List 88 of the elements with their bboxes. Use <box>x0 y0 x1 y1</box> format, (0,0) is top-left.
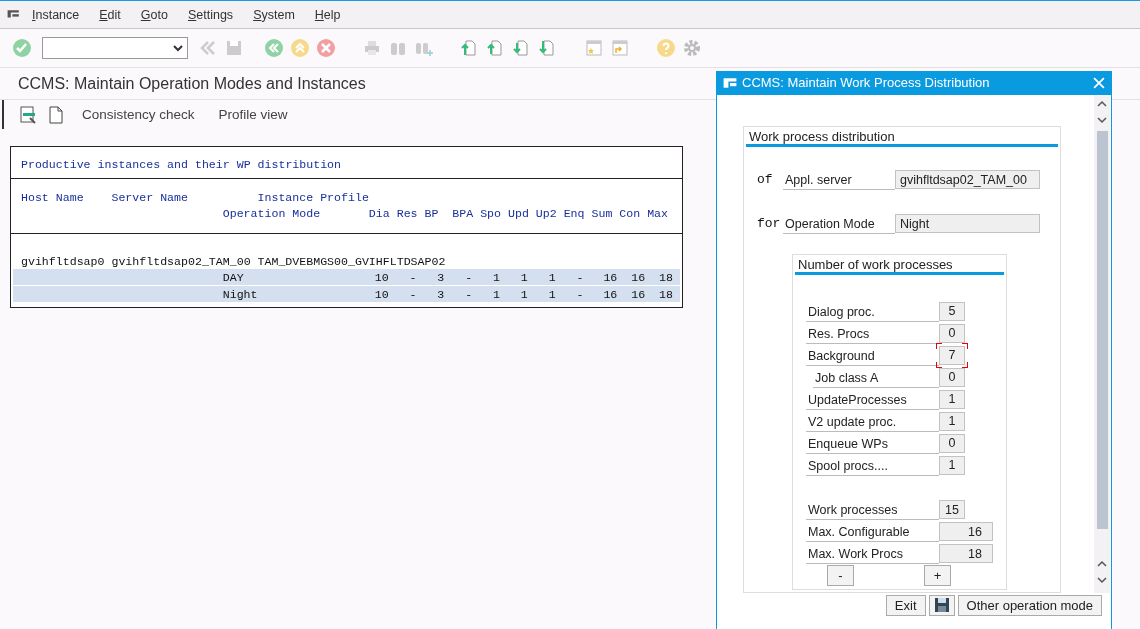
document-search-icon[interactable] <box>18 104 38 125</box>
scroll-up-icon[interactable] <box>1096 98 1108 109</box>
back-icon[interactable] <box>264 38 284 58</box>
dialog-title: CCMS: Maintain Work Process Distribution <box>742 75 991 91</box>
table-cell-text: TAM_DVEBMGS00_GVIHFLTDSAP02 <box>257 254 447 268</box>
table-cell-text: 16 <box>602 287 619 301</box>
dialog-button[interactable]: Exit <box>885 594 926 616</box>
number-field[interactable]: 18 <box>939 543 993 563</box>
scrollbar[interactable] <box>1094 94 1110 593</box>
value-field[interactable]: Night <box>895 214 1040 234</box>
column-header: Con <box>619 206 642 220</box>
table-cell-text: 10 <box>373 270 390 284</box>
save-button[interactable] <box>928 594 955 616</box>
column-header: Server Name <box>111 190 189 204</box>
column-header: Upd <box>508 206 530 220</box>
table-cell-text: 1 <box>547 287 557 301</box>
menu-item[interactable]: Settings <box>187 7 234 22</box>
table-cell-text: DAY <box>222 270 245 284</box>
column-header: Res <box>396 206 419 220</box>
menu-item[interactable]: Instance <box>32 7 80 22</box>
menu-item[interactable]: Goto <box>140 7 168 22</box>
dialog-button[interactable]: Other operation mode <box>957 594 1102 616</box>
column-header: Sum <box>591 206 614 220</box>
table-cell-text: 16 <box>630 270 647 284</box>
table-cell-text: - <box>408 287 418 301</box>
print-icon[interactable] <box>362 38 382 58</box>
table-cell-text: 1 <box>492 270 501 284</box>
column-header: Up2 <box>535 206 558 220</box>
column-header: Operation Mode <box>222 206 322 220</box>
help-icon[interactable] <box>656 38 676 58</box>
column-header: Spo <box>480 206 503 220</box>
toolbar-button[interactable]: Consistency check <box>74 107 203 122</box>
field-prefix: of <box>757 172 774 188</box>
table-cell-text: 18 <box>658 287 674 301</box>
document-icon[interactable] <box>46 104 66 125</box>
table-cell-text: 16 <box>602 270 619 284</box>
table-cell-text: - <box>408 270 418 284</box>
dropdown-icon <box>173 44 183 52</box>
command-field[interactable] <box>42 37 188 59</box>
settings-icon[interactable] <box>682 38 702 58</box>
exit-icon[interactable] <box>290 38 310 58</box>
number-field[interactable]: 16 <box>939 521 993 541</box>
table-cell-text: 18 <box>658 270 674 284</box>
column-header: Host Name <box>21 190 85 204</box>
shortcut-icon[interactable] <box>610 38 630 58</box>
field-prefix: for <box>757 216 782 232</box>
scroll-down-icon[interactable] <box>1096 574 1108 585</box>
scroll-down-icon[interactable] <box>1096 114 1108 125</box>
table-cell-text: Night <box>222 287 259 301</box>
close-icon[interactable] <box>1092 75 1106 90</box>
table-cell-text: 3 <box>436 270 446 284</box>
value-field[interactable]: gvihfltdsap02_TAM_00 <box>895 170 1040 190</box>
table-cell-text: - <box>464 287 474 301</box>
table-cell-text: 1 <box>519 270 529 284</box>
save-icon <box>933 597 950 614</box>
save-icon[interactable] <box>224 38 244 58</box>
table-cell-text: - <box>575 270 585 284</box>
table-cell-text: - <box>575 287 585 301</box>
page-title: CCMS: Maintain Operation Modes and Instances <box>18 74 366 93</box>
scroll-up-icon[interactable] <box>1096 558 1108 569</box>
menu-item[interactable]: Edit <box>99 7 121 22</box>
column-header: BP <box>424 206 440 220</box>
cancel-icon[interactable] <box>316 38 336 58</box>
table-cell-text: 16 <box>630 287 647 301</box>
table-cell-text: gvihfltdsap0 <box>21 254 106 268</box>
table-cell-text: 3 <box>436 287 446 301</box>
column-header: Instance Profile <box>257 190 370 204</box>
column-header: Dia <box>368 206 391 220</box>
column-header: Enq <box>563 206 586 220</box>
table-cell-text: 1 <box>492 287 501 301</box>
menu-item[interactable]: System <box>253 7 295 22</box>
menu-item[interactable]: Help <box>314 7 341 22</box>
column-header: BPA <box>452 206 475 220</box>
step-button[interactable]: - <box>827 564 854 586</box>
toolbar-button[interactable]: Profile view <box>210 107 296 122</box>
table-cell-text: 1 <box>547 270 557 284</box>
confirm-icon[interactable] <box>12 38 32 58</box>
new-window-icon[interactable] <box>584 38 604 58</box>
table-cell-text: 10 <box>373 287 390 301</box>
group-title: Number of work processes <box>795 256 1004 275</box>
number-field[interactable]: 15 <box>939 499 965 519</box>
column-header: Max <box>647 206 669 220</box>
step-button[interactable]: + <box>924 564 951 586</box>
list-title: Productive instances and their WP distribution <box>21 157 343 171</box>
table-cell-text: - <box>464 270 474 284</box>
table-cell-text: gvihfltdsap02_TAM_00 <box>111 254 252 268</box>
group-title: Work process distribution <box>746 128 1058 147</box>
table-cell-text: 1 <box>519 287 529 301</box>
